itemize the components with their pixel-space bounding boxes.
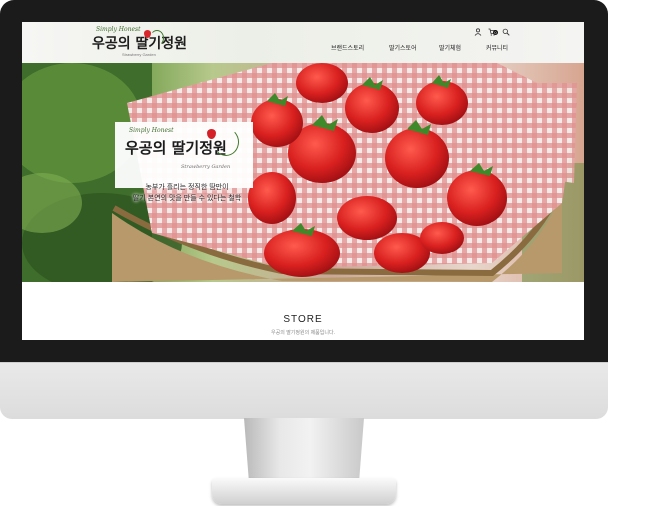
- logo-tagline: Simply Honest: [96, 26, 141, 33]
- nav-item-store[interactable]: 딸기스토어: [389, 43, 417, 52]
- hero-logo-subtitle: Strawberry Garden: [181, 164, 231, 170]
- strawberry-basket-photo: [22, 63, 584, 282]
- store-section-subtitle: 우공의 딸기정원의 제품입니다.: [271, 330, 335, 336]
- main-nav: 브랜드스토리 딸기스토어 딸기체험 커뮤니티: [22, 43, 584, 53]
- hero-copy-line-2: 딸기 본연의 맛을 만들 수 있다는 철학: [132, 195, 242, 202]
- hero-copy: 농부가 흘리는 정직한 땀만이 딸기 본연의 맛을 만들 수 있다는 철학: [122, 182, 252, 204]
- user-icon[interactable]: [474, 28, 482, 36]
- hero-logo-card: Simply Honest 우공의 딸기정원 Strawberry Garden: [115, 122, 253, 188]
- website-screen: Simply Honest 우공의 딸기정원 Strawberry Garden…: [22, 22, 584, 340]
- vine-icon: [213, 128, 239, 156]
- store-section-title: STORE: [283, 314, 323, 325]
- nav-item-community[interactable]: 커뮤니티: [486, 43, 508, 52]
- search-icon[interactable]: [502, 28, 510, 36]
- monitor-stand-neck: [244, 418, 364, 480]
- cart-count-badge: 0: [493, 30, 498, 35]
- monitor-chin: [0, 362, 608, 419]
- hero-copy-line-1: 농부가 흘리는 정직한 땀만이: [145, 184, 229, 191]
- hero-logo-name: 우공의 딸기정원: [125, 139, 227, 157]
- site-header: Simply Honest 우공의 딸기정원 Strawberry Garden…: [22, 22, 584, 64]
- hero-logo-tagline: Simply Honest: [129, 127, 174, 134]
- nav-item-brand-story[interactable]: 브랜드스토리: [331, 43, 364, 52]
- monitor-stand-foot: [212, 478, 396, 504]
- cart-icon[interactable]: 0: [488, 28, 498, 36]
- hero-banner: Simply Honest 우공의 딸기정원 Strawberry Garden…: [22, 63, 584, 282]
- nav-item-experience[interactable]: 딸기체험: [439, 43, 461, 52]
